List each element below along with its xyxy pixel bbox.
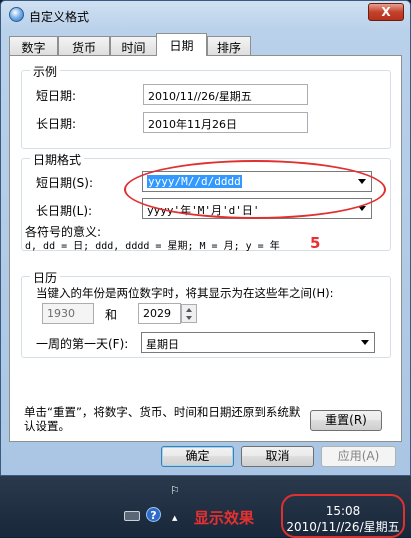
close-button[interactable]: X xyxy=(368,3,404,21)
clock-date: 2010/11//26/星期五 xyxy=(286,520,400,534)
and-label: 和 xyxy=(105,308,118,322)
calendar-group-title: 日历 xyxy=(30,269,61,286)
chevron-down-icon[interactable] xyxy=(361,340,369,345)
tab-time[interactable]: 时间 xyxy=(110,36,157,55)
globe-icon xyxy=(9,7,24,22)
taskbar: ⚐ ▲ ? 显示效果 15:08 2010/11//26/星期五 xyxy=(0,476,411,538)
help-icon[interactable]: ? xyxy=(146,507,161,522)
annotation-number: 5 xyxy=(310,234,321,252)
first-day-combo[interactable]: 星期日 xyxy=(141,332,375,353)
year-from-field: 1930 xyxy=(42,303,94,324)
date-format-group-title: 日期格式 xyxy=(30,151,85,168)
calendar-group: 日历 当键入的年份是两位数字时，将其显示为在这些年之间(H): 1930 和 2… xyxy=(21,269,391,358)
custom-format-dialog: 自定义格式 X 数字 货币 时间 日期 排序 示例 短日期: 2010/11//… xyxy=(0,0,411,476)
tab-number[interactable]: 数字 xyxy=(9,36,58,55)
symbols-description: d, dd = 日; ddd, dddd = 星期; M = 月; y = 年 xyxy=(25,241,280,252)
first-day-value: 星期日 xyxy=(146,338,179,351)
chevron-up-icon[interactable]: ▲ xyxy=(172,514,177,522)
year-to-field[interactable]: 2029 xyxy=(138,303,181,324)
taskbar-clock[interactable]: 15:08 2010/11//26/星期五 xyxy=(284,503,402,535)
spin-up-icon[interactable] xyxy=(186,308,192,312)
two-digit-year-label: 当键入的年份是两位数字时，将其显示为在这些年之间(H): xyxy=(36,286,334,300)
spin-down-icon[interactable] xyxy=(186,316,192,320)
title-bar: 自定义格式 X xyxy=(1,1,410,31)
window-title: 自定义格式 xyxy=(29,10,90,24)
example-long-label: 长日期: xyxy=(36,117,77,131)
tab-date[interactable]: 日期 xyxy=(156,33,207,56)
example-group: 示例 短日期: 2010/11//26/星期五 长日期: 2010年11月26日 xyxy=(21,63,391,149)
example-long-date-field: 2010年11月26日 xyxy=(143,112,308,133)
reset-description: 单击“重置”，将数字、货币、时间和日期还原到系统默认设置。 xyxy=(24,405,301,433)
tab-sort[interactable]: 排序 xyxy=(207,36,251,55)
keyboard-icon[interactable] xyxy=(124,511,140,521)
year-spinner[interactable] xyxy=(181,304,197,323)
display-effect-annotation: 显示效果 xyxy=(194,509,255,527)
short-date-format-label: 短日期(S): xyxy=(36,176,94,190)
cancel-button[interactable]: 取消 xyxy=(241,446,314,467)
apply-button[interactable]: 应用(A) xyxy=(321,446,396,467)
flag-icon[interactable]: ⚐ xyxy=(170,484,180,497)
tab-currency[interactable]: 货币 xyxy=(58,36,110,55)
example-group-title: 示例 xyxy=(30,63,61,80)
example-short-label: 短日期: xyxy=(36,89,77,103)
clock-time: 15:08 xyxy=(325,504,361,518)
example-short-date-field: 2010/11//26/星期五 xyxy=(143,84,308,105)
reset-button[interactable]: 重置(R) xyxy=(310,410,382,431)
first-day-label: 一周的第一天(F): xyxy=(36,337,129,351)
annotation-ellipse xyxy=(124,160,386,219)
date-tab-panel: 示例 短日期: 2010/11//26/星期五 长日期: 2010年11月26日… xyxy=(9,55,402,442)
long-date-format-label: 长日期(L): xyxy=(36,204,93,218)
ok-button[interactable]: 确定 xyxy=(161,446,234,467)
